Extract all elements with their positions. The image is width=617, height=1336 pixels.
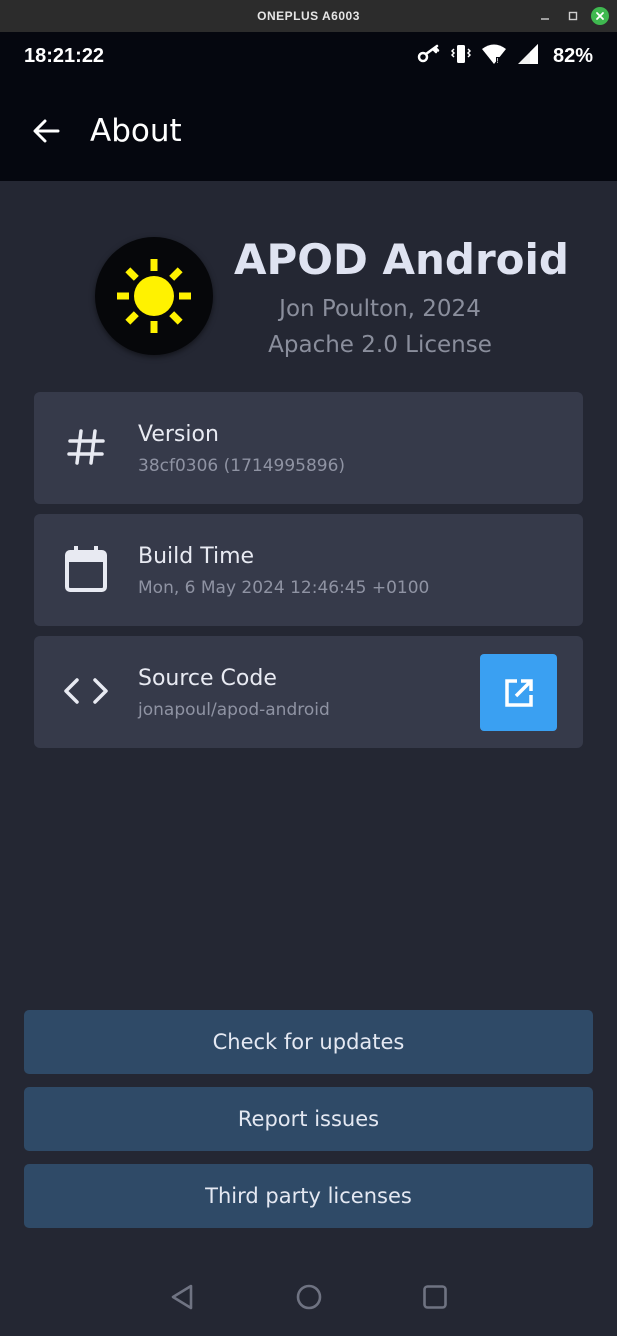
maximize-icon[interactable] — [563, 6, 583, 26]
battery-percent: 82% — [552, 44, 593, 67]
source-code-card: Source Code jonapoul/apod-android — [34, 636, 583, 748]
version-title: Version — [138, 422, 219, 447]
vibrate-icon — [450, 43, 472, 69]
nav-back-icon[interactable] — [164, 1278, 202, 1316]
source-code-repo: jonapoul/apod-android — [138, 700, 330, 720]
status-time: 18:21:22 — [24, 44, 105, 67]
build-time-card: Build Time Mon, 6 May 2024 12:46:45 +010… — [34, 514, 583, 626]
window-title-bar: ONEPLUS A6003 — [0, 0, 617, 32]
open-source-button[interactable] — [480, 654, 557, 731]
sun-icon — [117, 259, 191, 333]
vpn-key-icon — [417, 44, 441, 68]
page-title: About — [90, 112, 182, 149]
app-author: Jon Poulton, 2024 — [279, 296, 481, 322]
app-bar: About — [0, 80, 617, 181]
navigation-bar — [0, 1258, 617, 1336]
build-time-title: Build Time — [138, 544, 255, 569]
cell-signal-icon — [517, 43, 539, 69]
back-button[interactable] — [16, 101, 76, 161]
report-issues-button[interactable]: Report issues — [24, 1087, 593, 1151]
third-party-licenses-button[interactable]: Third party licenses — [24, 1164, 593, 1228]
hash-icon — [62, 423, 110, 471]
open-external-icon — [504, 678, 533, 707]
nav-home-icon[interactable] — [290, 1278, 328, 1316]
wifi-icon: ! — [481, 43, 507, 69]
status-bar: 18:21:22 ! 82% — [0, 32, 617, 80]
window-title: ONEPLUS A6003 — [257, 9, 360, 23]
about-header: APOD Android Jon Poulton, 2024 Apache 2.… — [0, 181, 617, 381]
app-logo — [95, 237, 213, 355]
minimize-icon[interactable] — [535, 6, 555, 26]
code-icon — [62, 667, 110, 715]
source-code-title: Source Code — [138, 666, 277, 691]
app-name: APOD Android — [234, 235, 569, 284]
calendar-icon — [62, 545, 110, 593]
version-card: Version 38cf0306 (1714995896) — [34, 392, 583, 504]
version-value: 38cf0306 (1714995896) — [138, 456, 346, 476]
nav-recents-icon[interactable] — [416, 1278, 454, 1316]
arrow-back-icon — [33, 119, 60, 142]
svg-text:!: ! — [496, 57, 499, 65]
build-time-value: Mon, 6 May 2024 12:46:45 +0100 — [138, 578, 430, 598]
check-updates-button[interactable]: Check for updates — [24, 1010, 593, 1074]
app-license: Apache 2.0 License — [268, 332, 492, 358]
close-icon[interactable] — [591, 7, 609, 25]
